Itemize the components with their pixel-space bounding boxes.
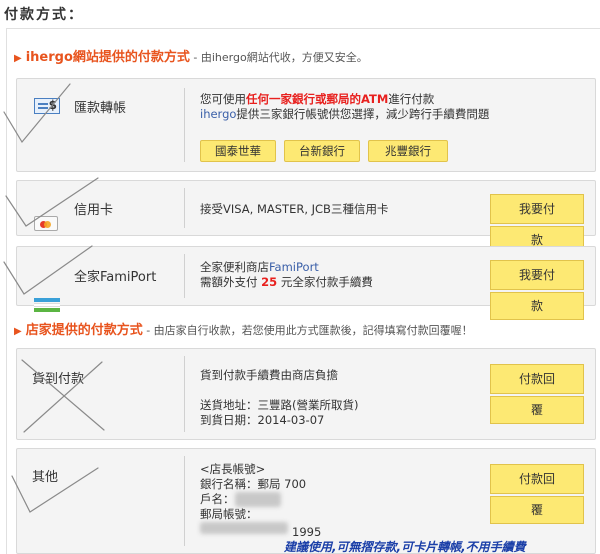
cod-divider <box>184 356 185 432</box>
famiport-description: 全家便利商店FamiPort 需額外支付 25 元全家付款手續費 <box>200 260 373 289</box>
bank-button-megabank[interactable]: 兆豐銀行 <box>368 140 448 162</box>
credit-description: 接受VISA, MASTER, JCB三種信用卡 <box>200 202 389 216</box>
cod-label: 貨到付款 <box>32 372 85 387</box>
site-section-note: - 由ihergo網站代收，方便又安全。 <box>189 51 368 64</box>
footer-note: 建議使用,可無摺存款,可卡片轉帳,不用手續費 <box>284 540 526 554</box>
other-account-masked <box>200 522 288 536</box>
site-section-title: ihergo網站提供的付款方式 <box>25 50 190 65</box>
bank-button-cathay[interactable]: 國泰世華 <box>200 140 276 162</box>
store-section-title: 店家提供的付款方式 <box>25 323 143 338</box>
famiport-pay-button-cont[interactable]: 款 <box>490 292 584 320</box>
page-title: 付款方式： <box>4 7 84 23</box>
other-label: 其他 <box>32 470 59 485</box>
transfer-label: 匯款轉帳 <box>74 101 127 116</box>
site-section-header: ▶ ihergo網站提供的付款方式 - 由ihergo網站代收，方便又安全。 <box>14 46 368 65</box>
cod-description: 貨到付款手續費由商店負擔 <box>200 368 338 382</box>
bank-button-taishin[interactable]: 台新銀行 <box>284 140 360 162</box>
credit-label: 信用卡 <box>74 203 114 218</box>
transfer-divider <box>184 88 185 162</box>
other-divider <box>184 456 185 546</box>
other-reply-button[interactable]: 付款回 <box>490 464 584 494</box>
transfer-description: 您可使用任何一家銀行或郵局的ATM進行付款 ihergo提供三家銀行帳號供您選擇… <box>200 92 490 121</box>
credit-divider <box>184 188 185 228</box>
credit-card-icon <box>34 216 58 231</box>
cod-reply-button-cont[interactable]: 覆 <box>490 396 584 424</box>
triangle-bullet-icon: ▶ <box>14 53 22 64</box>
cod-address: 送貨地址：三豐路(營業所取貨) 到貨日期：2014-03-07 <box>200 398 359 427</box>
famiport-icon <box>34 297 60 313</box>
money-transfer-icon: $ <box>34 98 60 114</box>
store-section-note: - 由店家自行收款，若您使用此方式匯款後，記得填寫付款回覆喔！ <box>142 324 473 337</box>
famiport-label: 全家FamiPort <box>74 270 157 285</box>
cod-reply-button[interactable]: 付款回 <box>490 364 584 394</box>
triangle-bullet-icon: ▶ <box>14 326 22 337</box>
famiport-pay-button[interactable]: 我要付 <box>490 260 584 290</box>
store-section-header: ▶ 店家提供的付款方式 - 由店家自行收款，若您使用此方式匯款後，記得填寫付款回覆… <box>14 319 473 338</box>
other-description: <店長帳號> 銀行名稱：郵局 700 戶名： 郵局帳號： <box>200 462 307 521</box>
credit-pay-button[interactable]: 我要付 <box>490 194 584 224</box>
famiport-divider <box>184 254 185 298</box>
other-reply-button-cont[interactable]: 覆 <box>490 496 584 524</box>
